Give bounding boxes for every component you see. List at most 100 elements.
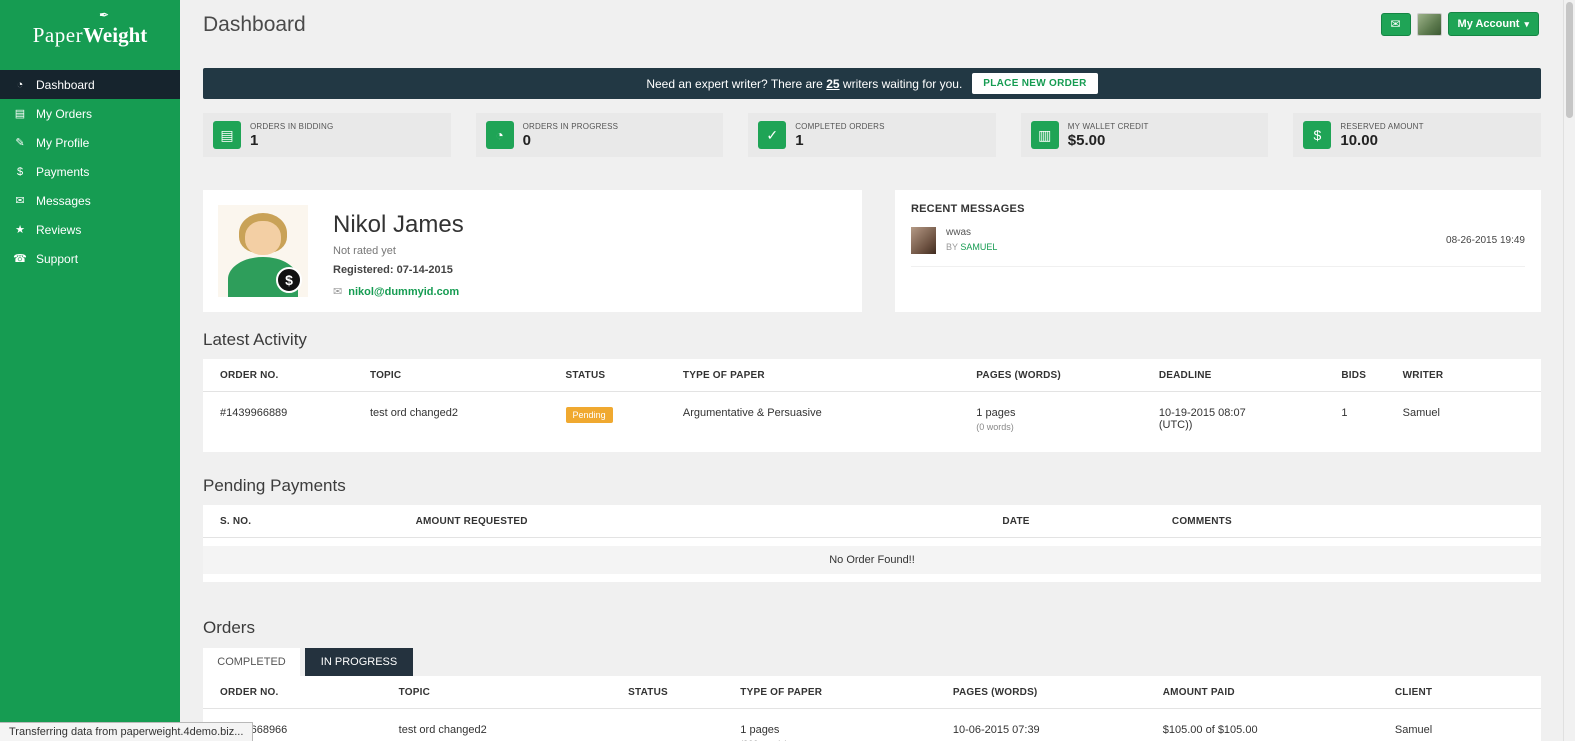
stat-label: MY WALLET CREDIT — [1067, 121, 1149, 131]
sidebar-item-messages[interactable]: ✉ Messages — [0, 186, 180, 215]
column-header: S. NO. — [220, 516, 252, 527]
sidebar-item-reviews[interactable]: ★ Reviews — [0, 215, 180, 244]
column-header: COMMENTS — [1171, 516, 1232, 527]
sidebar-item-dashboard[interactable]: ◔ Dashboard — [0, 70, 180, 99]
dashboard-icon: ◔ — [16, 78, 24, 91]
topic-cell: test ord changed2 — [398, 724, 487, 736]
email-icon: ✉ — [333, 286, 343, 298]
sidebar-item-support[interactable]: ☎ Support — [0, 244, 180, 273]
support-icon: ☎ — [13, 253, 27, 265]
envelope-icon: ✉ — [1390, 17, 1401, 31]
column-header: PAGES (WORDS) — [952, 687, 1038, 698]
sidebar-item-label: Reviews — [36, 222, 82, 237]
sidebar-item-payments[interactable]: $ Payments — [0, 157, 180, 186]
dollar-glyph: $ — [285, 272, 293, 288]
writer-banner: Need an expert writer? There are 25 writ… — [203, 68, 1541, 99]
stat-value: 1 — [795, 131, 804, 149]
logo[interactable]: ✒ Paper Weight — [0, 0, 180, 70]
order-no-cell: #1439966889 — [220, 407, 288, 419]
sidebar-item-label: Support — [36, 251, 79, 266]
table-header: ORDER NO. TOPIC STATUS TYPE OF PAPER PAG… — [203, 676, 1541, 709]
sidebar: ✒ Paper Weight ◔ Dashboard ▤ My Orders ✎ … — [0, 0, 180, 741]
stat-value: $5.00 — [1067, 131, 1106, 149]
user-avatar[interactable] — [1416, 12, 1442, 36]
deadline-tz: (UTC)) — [1158, 419, 1193, 431]
message-date: 08-26-2015 19:49 — [1446, 235, 1525, 246]
writers-count: 25 — [826, 76, 840, 91]
sidebar-item-label: Payments — [36, 164, 90, 179]
latest-activity-table: ORDER NO. TOPIC STATUS TYPE OF PAPER PAG… — [203, 359, 1541, 452]
message-author-link[interactable]: SAMUEL — [960, 242, 997, 252]
page-header: Dashboard — [203, 0, 1541, 50]
message-item[interactable]: wwas BY SAMUEL 08-26-2015 19:49 — [911, 227, 1525, 267]
my-account-button[interactable]: My Account ▾ — [1447, 12, 1539, 36]
mail-button[interactable]: ✉ — [1380, 12, 1411, 36]
profile-email-row: ✉ nikol@dummyid.com — [333, 285, 464, 299]
writer-cell: Samuel — [1402, 407, 1440, 419]
topic-cell: test ord changed2 — [369, 407, 459, 419]
date-cell: 10-06-2015 07:39 — [952, 724, 1040, 736]
column-header: PAGES (WORDS) — [976, 370, 1061, 381]
stat-value: 10.00 — [1340, 131, 1378, 149]
vertical-scrollbar[interactable] — [1563, 0, 1575, 741]
tab-completed[interactable]: COMPLETED — [203, 648, 300, 676]
dollar-badge-icon: $ — [276, 267, 302, 293]
sidebar-item-my-profile[interactable]: ✎ My Profile — [0, 128, 180, 157]
table-row[interactable]: #1050668966 test ord changed2 1 pages (9… — [203, 709, 1541, 741]
column-header: STATUS — [628, 687, 668, 698]
pending-payments-title: Pending Payments — [203, 476, 346, 495]
status-cell: Pending — [565, 407, 683, 432]
stat-reserved-amount[interactable]: $ RESERVED AMOUNT 10.00 — [1293, 113, 1541, 157]
table-header: S. NO. AMOUNT REQUESTED DATE COMMENTS — [203, 505, 1541, 538]
column-header: TYPE OF PAPER — [740, 687, 823, 698]
stat-completed-orders[interactable]: ✓ COMPLETED ORDERS 1 — [748, 113, 996, 157]
stat-label: RESERVED AMOUNT — [1340, 121, 1424, 131]
scrollbar-thumb[interactable] — [1566, 2, 1573, 118]
table-header: ORDER NO. TOPIC STATUS TYPE OF PAPER PAG… — [203, 359, 1541, 392]
message-avatar — [911, 227, 936, 254]
profile-details: Nikol James Not rated yet Registered: 07… — [333, 205, 464, 299]
my-account-label: My Account — [1457, 18, 1520, 30]
bids-cell: 1 — [1341, 407, 1348, 419]
profile-email-link[interactable]: nikol@dummyid.com — [348, 286, 459, 298]
profile-icon: ✎ — [15, 137, 25, 149]
status-cell — [628, 724, 740, 741]
column-header: DATE — [1002, 516, 1030, 527]
tab-in-progress[interactable]: IN PROGRESS — [305, 648, 413, 676]
profile-name: Nikol James — [333, 211, 464, 238]
page-title: Dashboard — [203, 13, 306, 36]
document-icon: ▤ — [213, 121, 241, 149]
speedometer-icon: ◔ — [485, 121, 514, 149]
stat-orders-in-progress[interactable]: ◔ ORDERS IN PROGRESS 0 — [475, 113, 724, 157]
info-panels: $ Nikol James Not rated yet Registered: … — [203, 190, 1541, 312]
pages-value: 1 pages — [976, 407, 1016, 419]
column-header: ORDER NO. — [220, 370, 279, 381]
stat-label: COMPLETED ORDERS — [795, 121, 885, 131]
messages-icon: ✉ — [15, 195, 25, 207]
amount-paid-cell: $105.00 of $105.00 — [1162, 724, 1258, 736]
logo-text-weight: Weight — [83, 22, 148, 47]
stat-orders-in-bidding[interactable]: ▤ ORDERS IN BIDDING 1 — [203, 113, 451, 157]
stat-cards: ▤ ORDERS IN BIDDING 1 ◔ ORDERS IN PROGRE… — [203, 113, 1541, 157]
top-right-controls: ✉ My Account ▾ — [1380, 12, 1539, 36]
column-header: TOPIC — [398, 687, 431, 698]
table-row[interactable]: #1439966889 test ord changed2 Pending Ar… — [203, 392, 1541, 446]
orders-icon: ▤ — [14, 108, 26, 120]
place-new-order-button[interactable]: PLACE NEW ORDER — [972, 73, 1098, 94]
column-header: AMOUNT REQUESTED — [415, 516, 528, 527]
main-content: Dashboard ✉ My Account ▾ Need an expert … — [180, 0, 1563, 741]
message-subject: wwas — [946, 227, 972, 238]
sidebar-item-my-orders[interactable]: ▤ My Orders — [0, 99, 180, 128]
feather-icon: ✒ — [99, 8, 110, 22]
app-root: ✒ Paper Weight ◔ Dashboard ▤ My Orders ✎ … — [0, 0, 1575, 741]
stat-wallet-credit[interactable]: ▥ MY WALLET CREDIT $5.00 — [1020, 113, 1269, 157]
column-header: AMOUNT PAID — [1162, 687, 1235, 698]
column-header: TOPIC — [369, 370, 402, 381]
recent-messages-card: RECENT MESSAGES wwas BY SAMUEL 08-26-201… — [895, 190, 1541, 312]
payments-icon: $ — [16, 165, 24, 178]
profile-registered: Registered: 07-14-2015 — [333, 264, 453, 276]
money-bag-icon: $ — [1303, 121, 1332, 149]
column-header: STATUS — [565, 370, 606, 381]
recent-messages-title: RECENT MESSAGES — [911, 203, 1025, 215]
message-body: wwas BY SAMUEL — [946, 227, 997, 252]
